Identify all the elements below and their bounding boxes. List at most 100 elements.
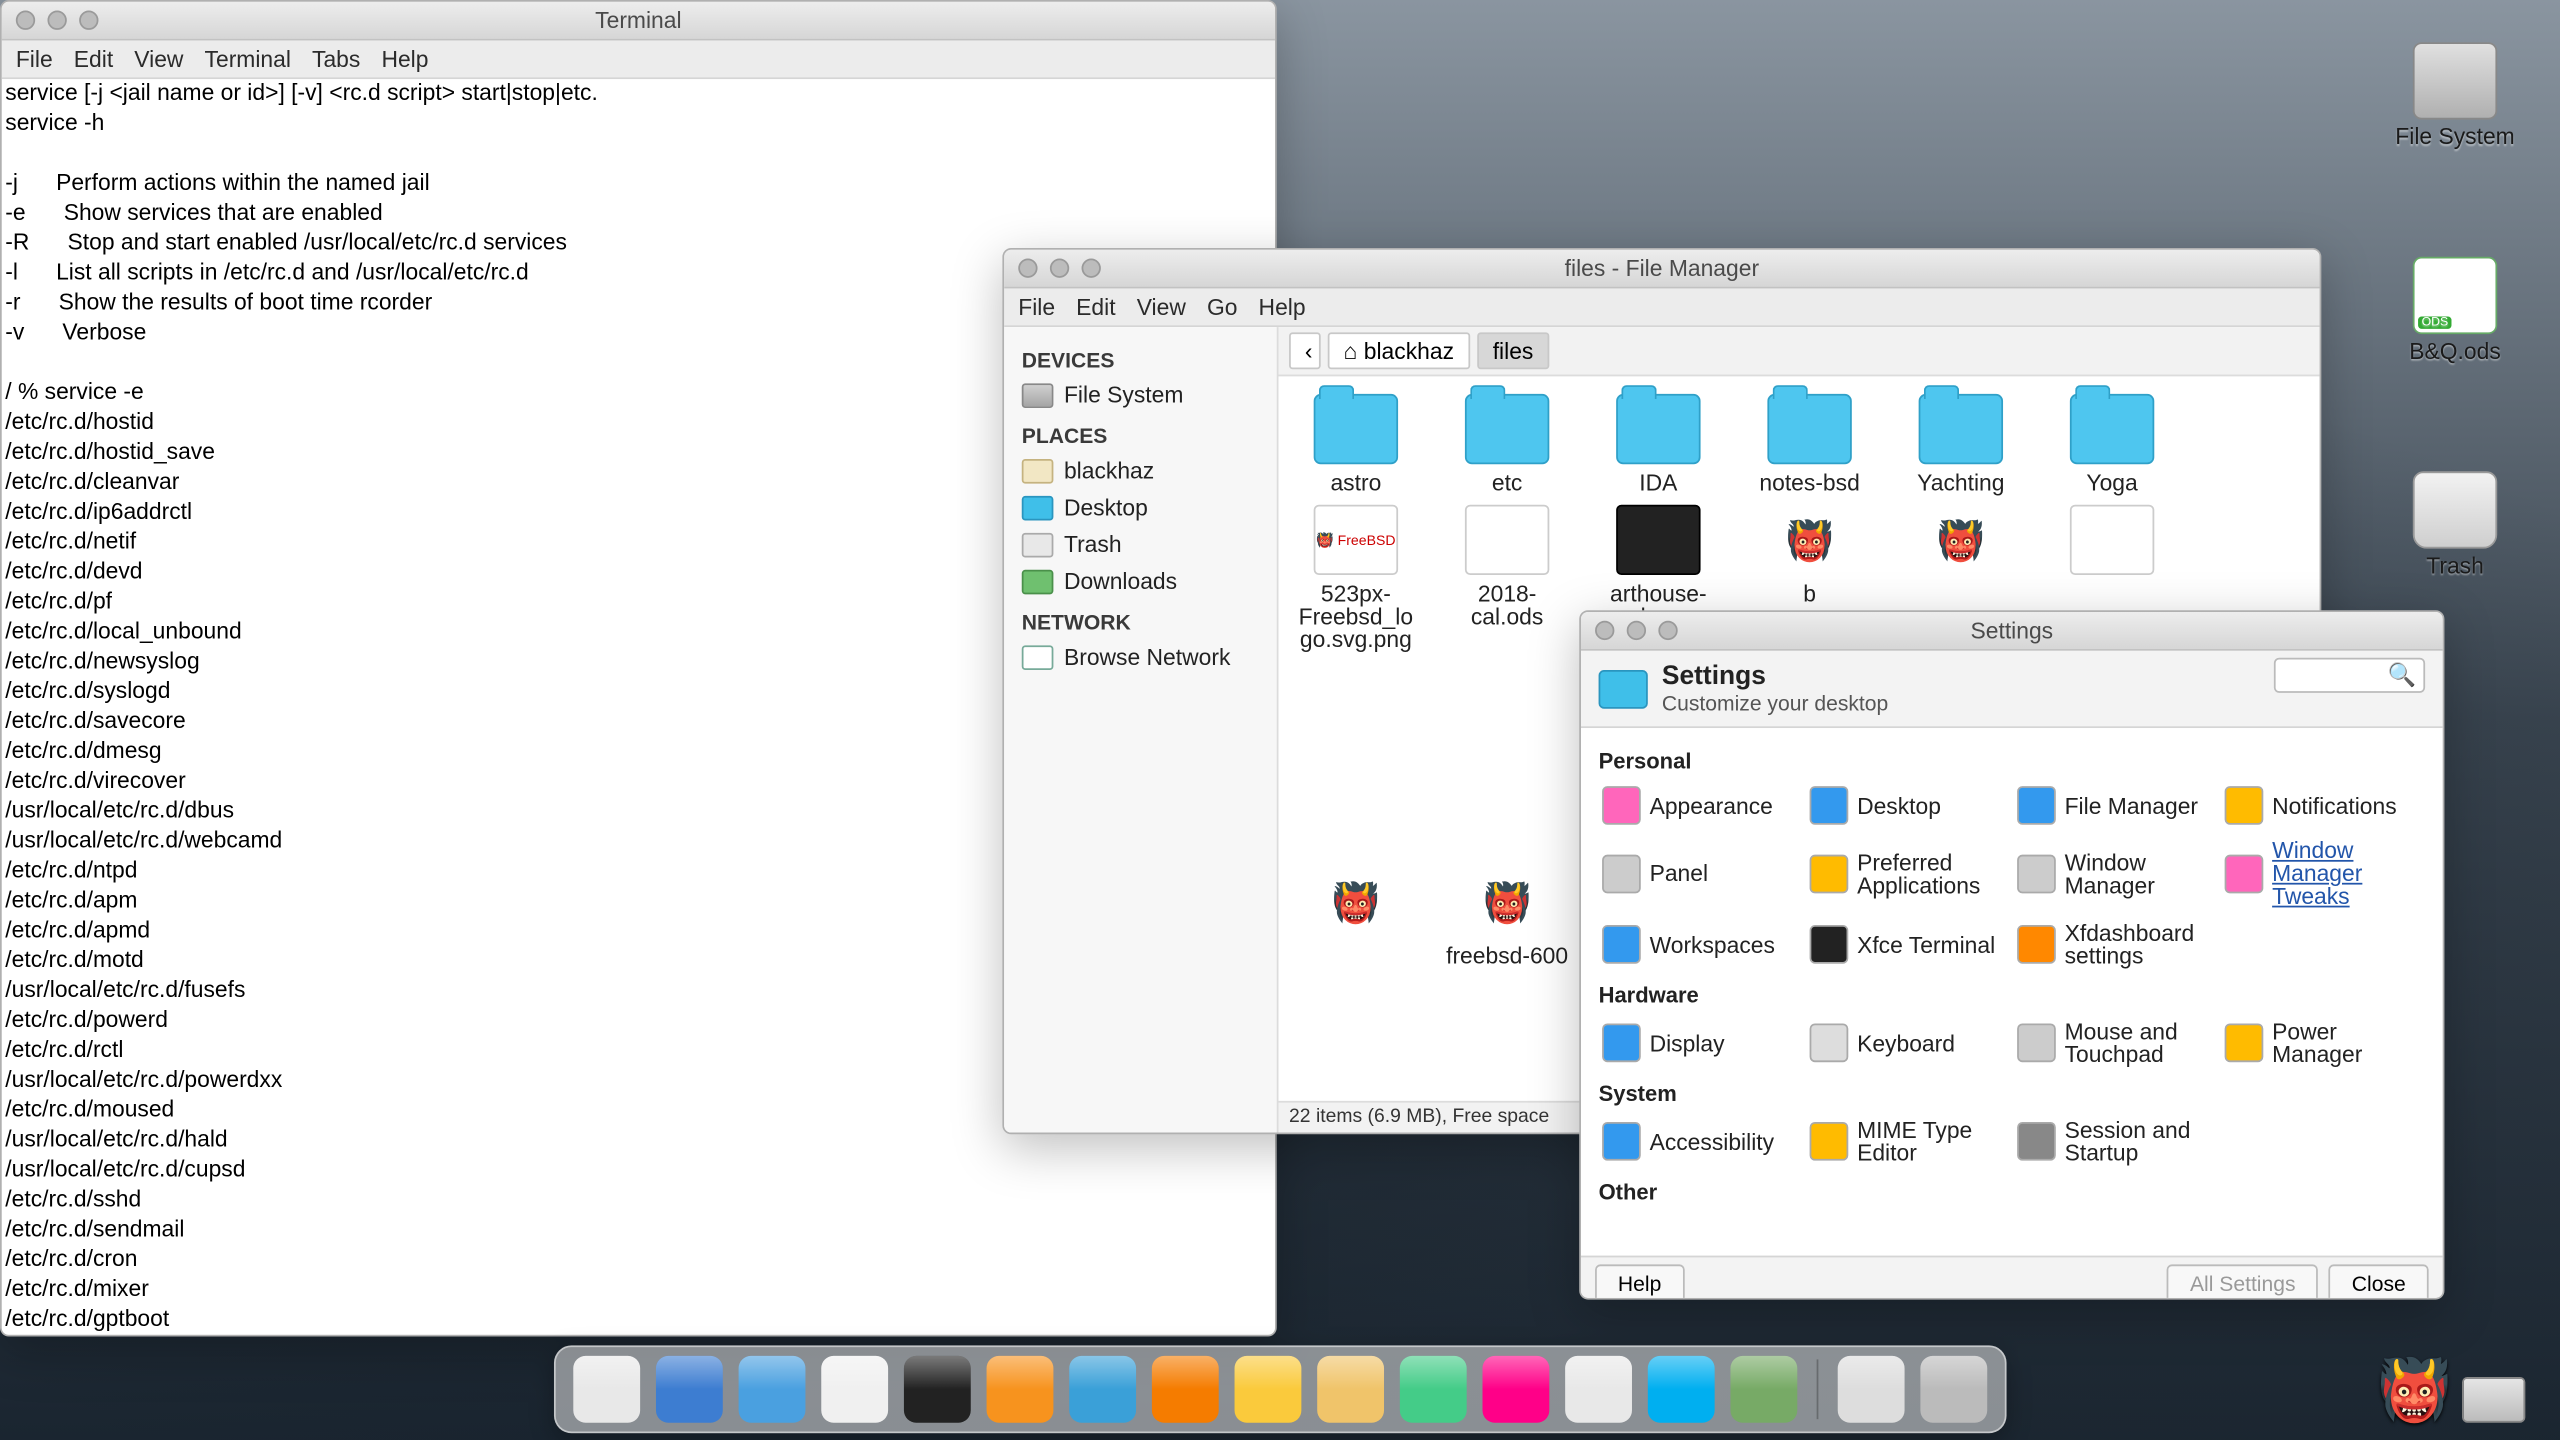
filemanager-menubar: File Edit View Go Help: [1004, 288, 2319, 327]
settings-titlebar[interactable]: Settings: [1581, 612, 2443, 651]
settings-item[interactable]: Session and Startup: [2014, 1113, 2211, 1169]
dock-app[interactable]: [1400, 1356, 1467, 1423]
sidebar-item-home[interactable]: blackhaz: [1004, 452, 1277, 489]
maximize-icon[interactable]: [79, 11, 98, 30]
close-icon[interactable]: [1595, 621, 1614, 640]
file-item[interactable]: IDA: [1595, 394, 1722, 494]
file-item[interactable]: 👹freebsd-600: [1444, 867, 1571, 967]
dock-app[interactable]: [821, 1356, 888, 1423]
close-button[interactable]: Close: [2329, 1264, 2429, 1300]
settings-item-icon: [2225, 1024, 2264, 1063]
dock-app[interactable]: [1317, 1356, 1384, 1423]
network-icon: [1022, 645, 1054, 670]
menu-view[interactable]: View: [134, 46, 183, 72]
dock-app[interactable]: [1730, 1356, 1797, 1423]
path-back-button[interactable]: ‹: [1289, 332, 1321, 369]
settings-header: Settings Customize your desktop 🔍: [1581, 651, 2443, 728]
minimize-icon[interactable]: [47, 11, 66, 30]
settings-item-icon: [2017, 925, 2056, 964]
sidebar-item-downloads[interactable]: Downloads: [1004, 563, 1277, 600]
menu-view[interactable]: View: [1137, 294, 1186, 320]
settings-item[interactable]: Accessibility: [1599, 1113, 1796, 1169]
settings-search-input[interactable]: 🔍: [2274, 658, 2425, 693]
settings-item-label: Session and Startup: [2065, 1118, 2207, 1164]
file-item[interactable]: etc: [1444, 394, 1571, 494]
settings-item[interactable]: Mouse and Touchpad: [2014, 1015, 2211, 1071]
settings-item-label: Xfce Terminal: [1857, 933, 1995, 956]
ods-icon: [2070, 505, 2154, 575]
menu-edit[interactable]: Edit: [1076, 294, 1115, 320]
dock-app[interactable]: [1235, 1356, 1302, 1423]
all-settings-button[interactable]: All Settings: [2167, 1264, 2318, 1300]
pathbar: ‹ ⌂ blackhaz files: [1279, 327, 2320, 376]
settings-item-label: Workspaces: [1650, 933, 1775, 956]
file-item[interactable]: 👹: [1293, 867, 1420, 967]
minimize-icon[interactable]: [1627, 621, 1646, 640]
settings-item[interactable]: Window Manager Tweaks: [2221, 834, 2418, 913]
menu-go[interactable]: Go: [1207, 294, 1238, 320]
close-icon[interactable]: [16, 11, 35, 30]
settings-item[interactable]: Keyboard: [1806, 1015, 2003, 1071]
minimize-icon[interactable]: [1050, 259, 1069, 278]
menu-help[interactable]: Help: [1259, 294, 1306, 320]
dock-app[interactable]: [1482, 1356, 1549, 1423]
menu-tabs[interactable]: Tabs: [312, 46, 360, 72]
path-home-button[interactable]: ⌂ blackhaz: [1328, 332, 1470, 369]
dock-app[interactable]: [1152, 1356, 1219, 1423]
dock-app[interactable]: [987, 1356, 1054, 1423]
settings-item-label: Appearance: [1650, 794, 1773, 817]
dock-app[interactable]: [739, 1356, 806, 1423]
trash-icon: [1022, 532, 1054, 557]
desktop-icon-ods[interactable]: B&Q.ods: [2392, 257, 2519, 364]
menu-file[interactable]: File: [1018, 294, 1055, 320]
settings-item[interactable]: Workspaces: [1599, 916, 1796, 972]
dock-app[interactable]: [1565, 1356, 1632, 1423]
dock-separator: [1817, 1359, 1819, 1419]
settings-item[interactable]: Notifications: [2221, 781, 2418, 830]
dock-app[interactable]: [904, 1356, 971, 1423]
file-item[interactable]: Yoga: [2049, 394, 2176, 494]
dock-app[interactable]: [573, 1356, 640, 1423]
terminal-titlebar[interactable]: Terminal: [2, 2, 1275, 41]
settings-item[interactable]: MIME Type Editor: [1806, 1113, 2003, 1169]
file-item[interactable]: 👹 FreeBSD523px-Freebsd_logo.svg.png: [1293, 505, 1420, 857]
dock-app[interactable]: [656, 1356, 723, 1423]
settings-item[interactable]: Desktop: [1806, 781, 2003, 830]
dock-app[interactable]: [1648, 1356, 1715, 1423]
settings-item[interactable]: Appearance: [1599, 781, 1796, 830]
sidebar-item-trash[interactable]: Trash: [1004, 526, 1277, 563]
dock-app[interactable]: [1838, 1356, 1905, 1423]
maximize-icon[interactable]: [1082, 259, 1101, 278]
settings-item-label: Mouse and Touchpad: [2065, 1020, 2207, 1066]
file-item[interactable]: astro: [1293, 394, 1420, 494]
settings-item[interactable]: Display: [1599, 1015, 1796, 1071]
settings-item[interactable]: Preferred Applications: [1806, 834, 2003, 913]
dock-app[interactable]: [1069, 1356, 1136, 1423]
menu-file[interactable]: File: [16, 46, 53, 72]
file-item[interactable]: notes-bsd: [1746, 394, 1873, 494]
settings-item[interactable]: Xfdashboard settings: [2014, 916, 2211, 972]
dock-app[interactable]: [1920, 1356, 1987, 1423]
sidebar-item-filesystem[interactable]: File System: [1004, 376, 1277, 413]
menu-help[interactable]: Help: [381, 46, 428, 72]
close-icon[interactable]: [1018, 259, 1037, 278]
settings-item-icon: [1810, 925, 1849, 964]
file-item[interactable]: 2018-cal.ods: [1444, 505, 1571, 857]
menu-edit[interactable]: Edit: [74, 46, 113, 72]
settings-item[interactable]: Panel: [1599, 834, 1796, 913]
maximize-icon[interactable]: [1658, 621, 1677, 640]
file-item[interactable]: Yachting: [1898, 394, 2025, 494]
path-current-button[interactable]: files: [1477, 332, 1549, 369]
menu-terminal[interactable]: Terminal: [205, 46, 291, 72]
settings-item[interactable]: Power Manager: [2221, 1015, 2418, 1071]
settings-item[interactable]: Xfce Terminal: [1806, 916, 2003, 972]
sidebar-item-desktop[interactable]: Desktop: [1004, 489, 1277, 526]
desktop-icon-trash[interactable]: Trash: [2392, 471, 2519, 578]
settings-item[interactable]: Window Manager: [2014, 834, 2211, 913]
settings-item[interactable]: File Manager: [2014, 781, 2211, 830]
help-button[interactable]: Help: [1595, 1264, 1684, 1300]
disk-icon[interactable]: [2462, 1377, 2525, 1423]
sidebar-item-network[interactable]: Browse Network: [1004, 638, 1277, 675]
desktop-icon-filesystem[interactable]: File System: [2392, 42, 2519, 149]
filemanager-titlebar[interactable]: files - File Manager: [1004, 250, 2319, 289]
